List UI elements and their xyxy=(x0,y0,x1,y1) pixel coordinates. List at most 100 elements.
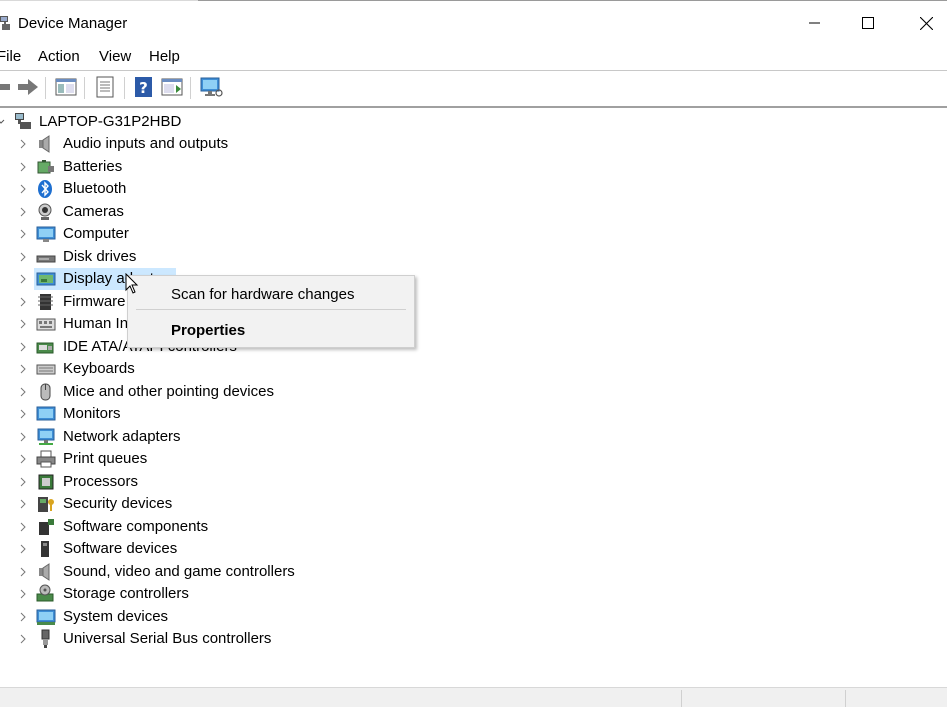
security-device-icon xyxy=(38,497,54,512)
sound-controller-icon xyxy=(39,562,50,581)
content-top-border xyxy=(0,106,947,108)
expand-chevron-icon[interactable] xyxy=(19,342,27,352)
bluetooth-icon xyxy=(38,180,52,198)
computer-icon xyxy=(36,226,56,242)
minimize-button[interactable] xyxy=(792,4,838,42)
tree-node[interactable]: Batteries xyxy=(0,156,947,178)
expand-chevron-icon[interactable] xyxy=(19,477,27,487)
show-hide-console-tree-icon[interactable] xyxy=(55,76,77,98)
tree-node[interactable]: Processors xyxy=(0,471,947,493)
tree-node-label: Cameras xyxy=(63,202,124,220)
menu-bar: File Action View Help xyxy=(0,44,947,68)
tree-node[interactable]: Bluetooth xyxy=(0,178,947,200)
tree-node-label: Security devices xyxy=(63,495,173,512)
tree-node-label: Sound, video and game controllers xyxy=(63,562,295,580)
mouse-icon xyxy=(40,383,51,400)
tree-node[interactable]: Computer xyxy=(0,223,947,245)
tree-node-label: Software components xyxy=(63,517,209,535)
root-collapse-chevron-icon[interactable] xyxy=(0,118,5,126)
tree-node-label: Audio inputs and outputs xyxy=(63,135,229,152)
expand-chevron-icon[interactable] xyxy=(19,207,27,217)
context-menu-scan[interactable]: Scan for hardware changes xyxy=(171,286,354,303)
expand-chevron-icon[interactable] xyxy=(19,409,27,419)
tree-node-label: System devices xyxy=(63,607,169,625)
computer-root-icon xyxy=(15,113,31,129)
expand-chevron-icon[interactable] xyxy=(19,454,27,464)
expand-chevron-icon[interactable] xyxy=(19,319,27,329)
tree-node[interactable]: Sound, video and game controllers xyxy=(0,561,947,583)
expand-chevron-icon[interactable] xyxy=(19,522,27,532)
expand-chevron-icon[interactable] xyxy=(19,634,27,644)
printer-icon xyxy=(36,450,56,468)
monitor-scan-icon[interactable] xyxy=(200,76,224,98)
expand-chevron-icon[interactable] xyxy=(19,364,27,374)
properties-icon[interactable] xyxy=(94,76,116,98)
firmware-icon xyxy=(38,293,53,310)
software-device-icon xyxy=(41,541,49,557)
status-bar xyxy=(0,687,947,707)
processor-icon xyxy=(38,474,54,489)
tree-node-label: Storage controllers xyxy=(63,585,189,602)
expand-chevron-icon[interactable] xyxy=(19,589,27,599)
expand-chevron-icon[interactable] xyxy=(19,162,27,172)
expand-chevron-icon[interactable] xyxy=(19,544,27,554)
tree-node[interactable]: Disk drives xyxy=(0,246,947,268)
expand-chevron-icon[interactable] xyxy=(19,252,27,262)
menu-help[interactable]: Help xyxy=(149,48,180,65)
battery-icon xyxy=(37,159,54,173)
tree-node[interactable]: Keyboards xyxy=(0,358,947,380)
expand-chevron-icon[interactable] xyxy=(19,274,27,284)
window-title: Device Manager xyxy=(18,15,128,32)
tree-node-label: Firmware xyxy=(63,292,126,310)
expand-chevron-icon[interactable] xyxy=(19,297,27,307)
tree-node-label: Processors xyxy=(63,472,139,490)
mouse-cursor-icon xyxy=(125,273,139,294)
svg-text:?: ? xyxy=(139,79,148,97)
tree-node[interactable]: Monitors xyxy=(0,403,947,425)
tree-node[interactable]: Mice and other pointing devices xyxy=(0,381,947,403)
tree-node[interactable]: Universal Serial Bus controllers xyxy=(0,628,947,650)
context-menu-properties[interactable]: Properties xyxy=(171,322,245,339)
toolbar: ? xyxy=(0,70,947,105)
tree-node-label: Mice and other pointing devices xyxy=(63,382,274,400)
tree-node-label: Batteries xyxy=(63,157,123,175)
tree-node[interactable]: Storage controllers xyxy=(0,583,947,605)
tree-node[interactable]: Software components xyxy=(0,516,947,538)
disk-drive-icon xyxy=(36,255,56,262)
context-menu: Scan for hardware changes Properties xyxy=(127,275,415,348)
tree-node-label: Universal Serial Bus controllers xyxy=(63,630,272,647)
close-button[interactable] xyxy=(903,4,947,42)
expand-chevron-icon[interactable] xyxy=(19,499,27,509)
tree-node[interactable]: Network adapters xyxy=(0,426,947,448)
expand-chevron-icon[interactable] xyxy=(19,387,27,397)
back-arrow-icon[interactable] xyxy=(0,76,12,98)
software-component-icon xyxy=(39,518,54,535)
tree-node[interactable]: Security devices xyxy=(0,493,947,515)
expand-chevron-icon[interactable] xyxy=(19,184,27,194)
maximize-button[interactable] xyxy=(845,4,891,42)
forward-arrow-icon[interactable] xyxy=(17,76,39,98)
action-pane-icon[interactable] xyxy=(161,76,183,98)
expand-chevron-icon[interactable] xyxy=(19,139,27,149)
tree-node-label: Network adapters xyxy=(63,427,181,445)
tree-node[interactable]: Cameras xyxy=(0,201,947,223)
tree-node[interactable]: Software devices xyxy=(0,538,947,560)
expand-chevron-icon[interactable] xyxy=(19,229,27,239)
tree-node-label: Disk drives xyxy=(63,247,137,265)
tree-node[interactable]: System devices xyxy=(0,606,947,628)
tree-node[interactable]: Print queues xyxy=(0,448,947,470)
expand-chevron-icon[interactable] xyxy=(19,567,27,577)
menu-action[interactable]: Action xyxy=(38,48,80,65)
tree-node-label: Software devices xyxy=(63,540,178,557)
tree-root-label[interactable]: LAPTOP-G31P2HBD xyxy=(39,113,181,131)
tree-node[interactable]: Audio inputs and outputs xyxy=(0,133,947,155)
display-adapter-icon xyxy=(36,272,56,286)
menu-file[interactable]: File xyxy=(0,48,21,65)
expand-chevron-icon[interactable] xyxy=(19,432,27,442)
camera-icon xyxy=(38,203,52,220)
hid-icon xyxy=(36,318,56,331)
expand-chevron-icon[interactable] xyxy=(19,612,27,622)
menu-view[interactable]: View xyxy=(99,48,131,65)
speaker-icon xyxy=(39,135,50,153)
help-icon[interactable]: ? xyxy=(133,76,155,98)
